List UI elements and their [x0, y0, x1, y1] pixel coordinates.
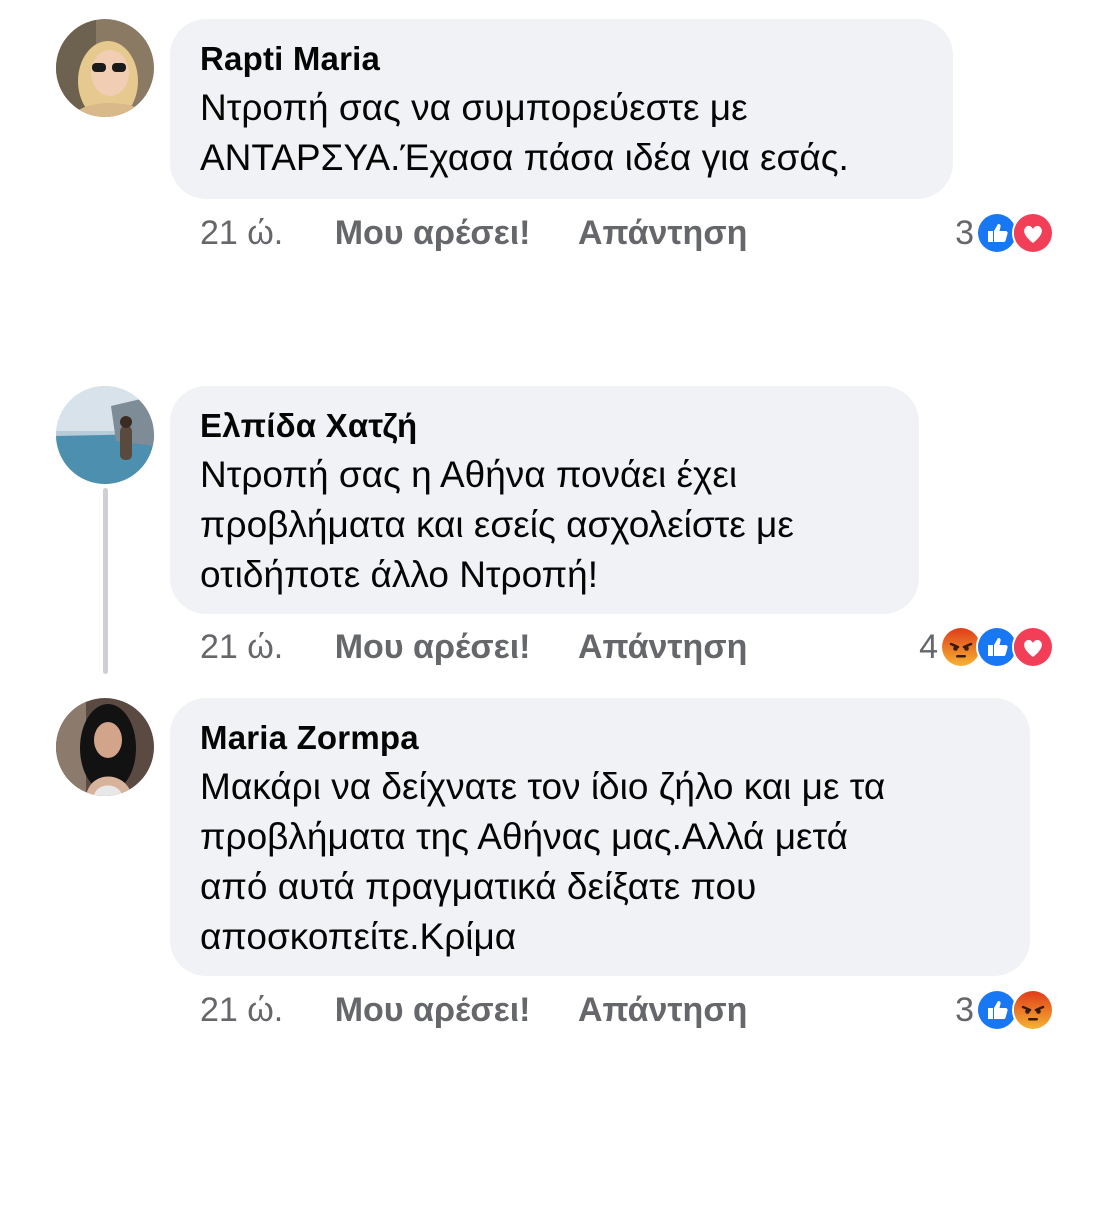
comment-bubble: Ελπίδα Χατζή Ντροπή σας η Αθήνα πονάει έ…	[170, 386, 919, 614]
comment-text: Ντροπή σας η Αθήνα πονάει έχει προβλήματ…	[200, 450, 889, 600]
comment-author[interactable]: Ελπίδα Χατζή	[200, 406, 889, 446]
comment-text-line: ΑΝΤΑΡΣΥΑ.Έχασα πάσα ιδέα για εσάς.	[200, 137, 849, 178]
comment-text-line: από αυτά πραγματικά δείξατε που	[200, 866, 757, 907]
comment-text: Μακάρι να δείχνατε τον ίδιο ζήλο και με …	[200, 762, 1000, 962]
comment-actions: 21 ώ. Μου αρέσει! Απάντηση	[200, 211, 785, 255]
comment-text-line: Ντροπή σας να συμπορεύεστε με	[200, 87, 748, 128]
avatar[interactable]	[56, 19, 154, 117]
reply-button[interactable]: Απάντηση	[578, 211, 747, 255]
comment-text-line: αποσκοπείτε.Κρίμα	[200, 916, 517, 957]
reaction-count: 4	[919, 627, 938, 666]
comment-text: Ντροπή σας να συμπορεύεστε με ΑΝΤΑΡΣΥΑ.Έ…	[200, 83, 923, 183]
reply-button[interactable]: Απάντηση	[578, 625, 747, 669]
comment-timestamp[interactable]: 21 ώ.	[200, 625, 283, 669]
comment-timestamp[interactable]: 21 ώ.	[200, 988, 283, 1032]
comment-author[interactable]: Rapti Maria	[200, 39, 923, 79]
angry-icon	[1012, 989, 1054, 1031]
avatar[interactable]	[56, 698, 154, 796]
like-button[interactable]: Μου αρέσει!	[335, 211, 531, 255]
reaction-summary[interactable]: 3	[955, 988, 1054, 1032]
comment-actions: 21 ώ. Μου αρέσει! Απάντηση	[200, 988, 785, 1032]
comment-actions: 21 ώ. Μου αρέσει! Απάντηση	[200, 625, 785, 669]
comment-bubble: Rapti Maria Ντροπή σας να συμπορεύεστε μ…	[170, 19, 953, 199]
comment-text-line: προβλήματα της Αθήνας μας.Αλλά μετά	[200, 816, 848, 857]
reaction-count: 3	[955, 990, 974, 1029]
comment-text-line: Μακάρι να δείχνατε τον ίδιο ζήλο και με …	[200, 766, 886, 807]
love-icon	[1012, 212, 1054, 254]
comment-bubble: Maria Zormpa Μακάρι να δείχνατε τον ίδιο…	[170, 698, 1030, 976]
comment-text-line: οτιδήποτε άλλο Ντροπή!	[200, 554, 599, 595]
comment-author[interactable]: Maria Zormpa	[200, 718, 1000, 758]
reaction-summary[interactable]: 4	[919, 625, 1054, 669]
reaction-count: 3	[955, 213, 974, 252]
avatar[interactable]	[56, 386, 154, 484]
comment-text-line: Ντροπή σας η Αθήνα πονάει έχει	[200, 454, 738, 495]
comment-timestamp[interactable]: 21 ώ.	[200, 211, 283, 255]
like-button[interactable]: Μου αρέσει!	[335, 625, 531, 669]
thread-line	[103, 488, 108, 674]
comment-text-line: προβλήματα και εσείς ασχολείστε με	[200, 504, 794, 545]
like-button[interactable]: Μου αρέσει!	[335, 988, 531, 1032]
reaction-summary[interactable]: 3	[955, 211, 1054, 255]
love-icon	[1012, 626, 1054, 668]
reply-button[interactable]: Απάντηση	[578, 988, 747, 1032]
